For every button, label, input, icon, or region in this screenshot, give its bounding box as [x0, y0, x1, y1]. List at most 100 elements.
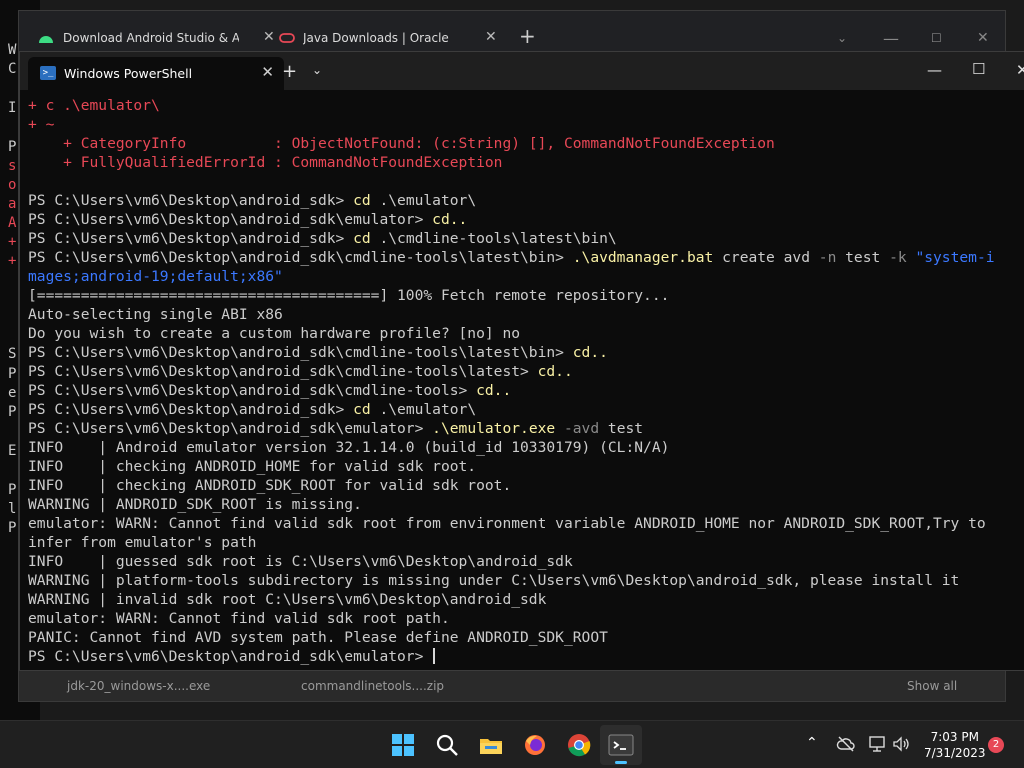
terminal-output[interactable]: + c .\emulator\ + ~ + CategoryInfo : Obje… [28, 96, 1024, 666]
terminal-text: PANIC: Cannot find AVD system path. Plea… [28, 629, 608, 646]
terminal-text: INFO | guessed sdk root is C:\Users\vm6\… [28, 553, 573, 570]
clock-date: 7/31/2023 [924, 746, 986, 760]
volume-icon[interactable] [892, 735, 910, 753]
terminal-line: Do you wish to create a custom hardware … [28, 324, 1024, 343]
tab-search-chevron-icon[interactable]: ⌄ [837, 23, 847, 53]
notification-badge[interactable]: 2 [988, 737, 1004, 753]
terminal-text: .\avdmanager.bat [572, 249, 714, 266]
browser-tab-android-studio[interactable]: Download Android Studio & App ✕ [37, 23, 275, 53]
terminal-line: PS C:\Users\vm6\Desktop\android_sdk> cd … [28, 191, 1024, 210]
chrome-icon[interactable] [565, 731, 593, 759]
tab-windows-powershell[interactable]: >_ Windows PowerShell ✕ [28, 57, 284, 90]
terminal-line: PS C:\Users\vm6\Desktop\android_sdk\cmdl… [28, 362, 1024, 381]
terminal-text: PS C:\Users\vm6\Desktop\android_sdk\emul… [28, 648, 433, 665]
powershell-icon: >_ [40, 66, 56, 80]
search-icon[interactable] [433, 731, 461, 759]
background-console-char: P [8, 404, 17, 420]
terminal-text: WARNING | ANDROID_SDK_ROOT is missing. [28, 496, 362, 513]
terminal-text: INFO | checking ANDROID_SDK_ROOT for val… [28, 477, 512, 494]
terminal-text: cd.. [476, 382, 512, 399]
background-console-char: C [8, 61, 17, 77]
terminal-text: INFO | checking ANDROID_HOME for valid s… [28, 458, 477, 475]
terminal-text: .\emulator\ [370, 401, 477, 418]
file-explorer-icon[interactable] [477, 731, 505, 759]
background-console-char: + [8, 253, 17, 269]
cloud-offline-icon[interactable] [836, 735, 856, 753]
close-tab-icon[interactable]: ✕ [263, 29, 275, 45]
clock[interactable]: 7:03 PM 7/31/2023 [924, 729, 986, 761]
background-console-char: P [8, 482, 17, 498]
close-icon[interactable]: ✕ [977, 23, 989, 53]
terminal-text: -avd [563, 420, 600, 437]
terminal-line: PS C:\Users\vm6\Desktop\android_sdk\emul… [28, 647, 1024, 666]
background-console-char: l [8, 501, 17, 517]
minimize-icon[interactable]: — [883, 23, 899, 53]
terminal-line: + c .\emulator\ [28, 96, 1024, 115]
terminal-line: + ~ [28, 115, 1024, 134]
terminal-text: + ~ [28, 116, 55, 133]
terminal-text: PS C:\Users\vm6\Desktop\android_sdk\emul… [28, 420, 433, 437]
terminal-text: cd [353, 401, 371, 418]
windows-start-icon[interactable] [389, 731, 417, 759]
terminal-text: PS C:\Users\vm6\Desktop\android_sdk> [28, 401, 354, 418]
browser-tab-java-downloads[interactable]: Java Downloads | Oracle ✕ [279, 23, 509, 53]
close-tab-icon[interactable]: ✕ [485, 29, 497, 45]
firefox-icon[interactable] [521, 731, 549, 759]
terminal-line: PS C:\Users\vm6\Desktop\android_sdk\cmdl… [28, 381, 1024, 400]
background-console-char: P [8, 139, 17, 155]
background-console-char: S [8, 346, 17, 362]
terminal-line: PS C:\Users\vm6\Desktop\android_sdk\cmdl… [28, 343, 1024, 362]
new-tab-icon[interactable]: + [519, 21, 536, 51]
download-item-commandlinetools[interactable]: commandlinetools....zip [301, 679, 444, 693]
maximize-icon[interactable]: ☐ [931, 23, 942, 53]
maximize-icon[interactable]: ☐ [972, 60, 985, 78]
terminal-text: cd.. [432, 211, 468, 228]
background-console-char: s [8, 158, 17, 174]
chevron-down-icon[interactable]: ⌄ [312, 63, 322, 77]
terminal-text: + FullyQualifiedErrorId : CommandNotFoun… [28, 154, 503, 171]
terminal-text: .\emulator.exe [432, 420, 556, 437]
terminal-line: mages;android-19;default;x86" [28, 267, 1024, 286]
text-cursor [433, 648, 436, 664]
chevron-up-icon[interactable]: ⌃ [806, 735, 818, 751]
terminal-line: PS C:\Users\vm6\Desktop\android_sdk> cd … [28, 229, 1024, 248]
background-console-char: A [8, 215, 17, 231]
terminal-text: WARNING | invalid sdk root C:\Users\vm6\… [28, 591, 547, 608]
terminal-text: -k [889, 249, 907, 266]
terminal-line: + FullyQualifiedErrorId : CommandNotFoun… [28, 153, 1024, 172]
terminal-line: emulator: WARN: Cannot find valid sdk ro… [28, 609, 1024, 628]
terminal-line: PANIC: Cannot find AVD system path. Plea… [28, 628, 1024, 647]
terminal-text: infer from emulator's path [28, 534, 257, 551]
show-all-downloads-button[interactable]: Show all [907, 679, 957, 693]
terminal-line: Auto-selecting single ABI x86 [28, 305, 1024, 324]
taskbar: ⌃ 7:03 PM 7/31/2023 2 [0, 720, 1024, 768]
terminal-text: Do you wish to create a custom hardware … [28, 325, 521, 342]
terminal-line: PS C:\Users\vm6\Desktop\android_sdk> cd … [28, 400, 1024, 419]
downloads-bar: jdk-20_windows-x....exe commandlinetools… [19, 670, 1005, 701]
close-icon[interactable]: ✕ [1016, 61, 1024, 79]
terminal-text: PS C:\Users\vm6\Desktop\android_sdk\cmdl… [28, 344, 573, 361]
terminal-text: + c .\emulator\ [28, 97, 160, 114]
terminal-text: .\cmdline-tools\latest\bin\ [370, 230, 617, 247]
terminal-text: cd.. [537, 363, 573, 380]
terminal-text: PS C:\Users\vm6\Desktop\android_sdk> [28, 230, 354, 247]
background-console-char: + [8, 234, 17, 250]
terminal-line: INFO | checking ANDROID_SDK_ROOT for val… [28, 476, 1024, 495]
terminal-line: + CategoryInfo : ObjectNotFound: (c:Stri… [28, 134, 1024, 153]
network-icon[interactable] [868, 735, 888, 753]
clock-time: 7:03 PM [930, 730, 979, 744]
terminal-line: INFO | Android emulator version 32.1.14.… [28, 438, 1024, 457]
terminal-text: INFO | Android emulator version 32.1.14.… [28, 439, 670, 456]
terminal-line: [=======================================… [28, 286, 1024, 305]
new-tab-icon[interactable]: + [282, 61, 297, 82]
terminal-titlebar: >_ Windows PowerShell ✕ + ⌄ — ☐ ✕ [20, 52, 1024, 90]
terminal-text: "system-i [915, 249, 995, 266]
terminal-text: cd.. [572, 344, 608, 361]
minimize-icon[interactable]: — [927, 61, 942, 79]
download-item-jdk[interactable]: jdk-20_windows-x....exe [67, 679, 210, 693]
browser-tab-label: Download Android Studio & App [63, 31, 239, 45]
oracle-icon [279, 33, 295, 43]
terminal-taskbar-button[interactable] [600, 725, 642, 765]
close-tab-icon[interactable]: ✕ [261, 63, 274, 81]
